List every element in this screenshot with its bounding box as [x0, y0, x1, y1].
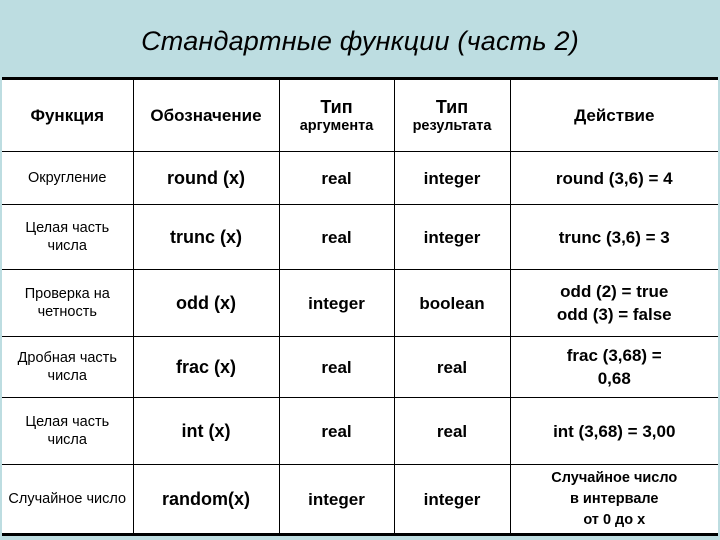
table-header: Функция Обозначение Тип аргумента Тип ре… [2, 78, 718, 152]
table-row: Целая часть числа int (x) real real int … [2, 397, 718, 465]
page-title: Стандартные функции (часть 2) [141, 26, 579, 56]
cell-notation: round (x) [132, 151, 280, 205]
column-header-notation-label: Обозначение [150, 106, 262, 125]
table-body: Округление round (x) real integer round … [2, 151, 718, 535]
cell-argument-type: real [278, 397, 395, 465]
column-header-argument-type-line1: Тип [320, 97, 353, 117]
cell-function-name: Целая часть числа [2, 204, 134, 270]
cell-notation: random(x) [132, 464, 280, 535]
column-header-action-label: Действие [574, 106, 655, 125]
column-header-function: Функция [2, 78, 134, 152]
table-row: Целая часть числа trunc (x) real integer… [2, 204, 718, 270]
cell-argument-type: real [278, 204, 395, 270]
column-header-action: Действие [509, 78, 718, 152]
cell-function-name: Целая часть числа [2, 397, 134, 465]
cell-action-line: round (3,6) = 4 [555, 168, 673, 188]
cell-argument-type: real [278, 336, 395, 398]
cell-result-type: integer [393, 464, 511, 535]
cell-argument-type: integer [278, 269, 395, 337]
column-header-result-type-line2: результата [412, 118, 492, 134]
cell-action-line: Случайное число [551, 469, 678, 486]
column-header-argument-type-line2: аргумента [299, 118, 374, 134]
cell-notation: odd (x) [132, 269, 280, 337]
standard-functions-table: Функция Обозначение Тип аргумента Тип ре… [2, 77, 718, 536]
column-header-argument-type: Тип аргумента [278, 78, 395, 152]
cell-result-type: integer [393, 151, 511, 205]
cell-action-line: int (3,68) = 3,00 [553, 421, 676, 441]
cell-notation: int (x) [132, 397, 280, 465]
cell-action-line: odd (2) = true [560, 282, 669, 301]
slide-canvas: Стандартные функции (часть 2) Функция Об… [0, 0, 720, 540]
cell-action: trunc (3,6) = 3 [509, 204, 718, 270]
cell-function-name: Округление [2, 151, 134, 205]
cell-result-type: real [393, 336, 511, 398]
cell-result-type: boolean [393, 269, 511, 337]
cell-action: int (3,68) = 3,00 [509, 397, 718, 465]
cell-action: Случайное число в интервале от 0 до х [509, 464, 718, 535]
cell-result-type: integer [393, 204, 511, 270]
table-row: Округление round (x) real integer round … [2, 151, 718, 205]
table-row: Проверка на четность odd (x) integer boo… [2, 269, 718, 337]
cell-function-name: Случайное число [2, 464, 134, 535]
cell-function-name: Дробная часть числа [2, 336, 134, 398]
cell-action-line: odd (3) = false [556, 305, 672, 324]
cell-result-type: real [393, 397, 511, 465]
cell-action-line: в интервале [569, 490, 659, 507]
column-header-notation: Обозначение [132, 78, 280, 152]
cell-notation: frac (x) [132, 336, 280, 398]
cell-action-line: trunc (3,6) = 3 [558, 227, 670, 247]
column-header-result-type-line1: Тип [435, 97, 469, 117]
cell-notation: trunc (x) [132, 204, 280, 270]
cell-function-name: Проверка на четность [2, 269, 134, 337]
cell-action-line: 0,68 [597, 369, 631, 388]
cell-action-line: frac (3,68) = [566, 346, 662, 365]
table-header-row: Функция Обозначение Тип аргумента Тип ре… [2, 78, 718, 152]
column-header-result-type: Тип результата [393, 78, 511, 152]
cell-argument-type: integer [278, 464, 395, 535]
column-header-function-label: Функция [30, 106, 105, 125]
cell-action: frac (3,68) = 0,68 [509, 336, 718, 398]
table-row: Случайное число random(x) integer intege… [2, 464, 718, 535]
table-row: Дробная часть числа frac (x) real real f… [2, 336, 718, 398]
cell-argument-type: real [278, 151, 395, 205]
cell-action-line: от 0 до х [583, 511, 646, 528]
cell-action: odd (2) = true odd (3) = false [509, 269, 718, 337]
cell-action: round (3,6) = 4 [509, 151, 718, 205]
